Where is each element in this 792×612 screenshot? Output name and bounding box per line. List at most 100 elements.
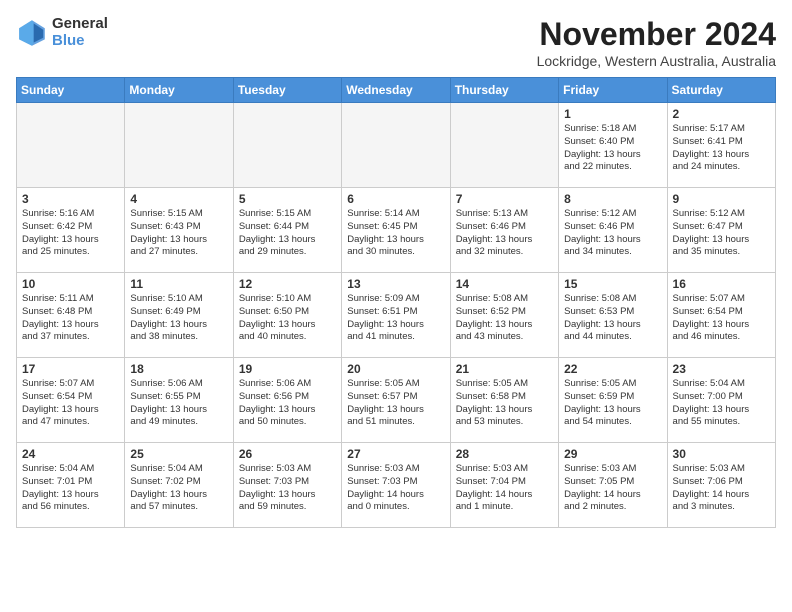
day-number: 30 bbox=[673, 447, 770, 461]
day-number: 18 bbox=[130, 362, 227, 376]
day-info: Sunrise: 5:15 AMSunset: 6:44 PMDaylight:… bbox=[239, 208, 336, 259]
calendar-cell: 18 Sunrise: 5:06 AMSunset: 6:55 PMDayligh… bbox=[125, 358, 233, 443]
day-number: 1 bbox=[564, 107, 661, 121]
calendar-cell: 19 Sunrise: 5:06 AMSunset: 6:56 PMDayligh… bbox=[233, 358, 341, 443]
calendar-cell: 8 Sunrise: 5:12 AMSunset: 6:46 PMDaylight… bbox=[559, 188, 667, 273]
calendar-cell: 10 Sunrise: 5:11 AMSunset: 6:48 PMDayligh… bbox=[17, 273, 125, 358]
day-number: 3 bbox=[22, 192, 119, 206]
day-info: Sunrise: 5:05 AMSunset: 6:57 PMDaylight:… bbox=[347, 378, 444, 429]
calendar-cell: 1Sunrise: 5:18 AMSunset: 6:40 PMDaylight… bbox=[559, 103, 667, 188]
week-row-2: 3 Sunrise: 5:16 AMSunset: 6:42 PMDaylight… bbox=[17, 188, 776, 273]
calendar-cell bbox=[125, 103, 233, 188]
day-number: 4 bbox=[130, 192, 227, 206]
day-info: Sunrise: 5:06 AMSunset: 6:56 PMDaylight:… bbox=[239, 378, 336, 429]
day-info: Sunrise: 5:15 AMSunset: 6:43 PMDaylight:… bbox=[130, 208, 227, 259]
calendar-cell: 28 Sunrise: 5:03 AMSunset: 7:04 PMDayligh… bbox=[450, 443, 558, 528]
day-info: Sunrise: 5:17 AMSunset: 6:41 PMDaylight:… bbox=[673, 123, 770, 174]
day-number: 12 bbox=[239, 277, 336, 291]
weekday-header-row: SundayMondayTuesdayWednesdayThursdayFrid… bbox=[17, 78, 776, 103]
day-info: Sunrise: 5:09 AMSunset: 6:51 PMDaylight:… bbox=[347, 293, 444, 344]
weekday-saturday: Saturday bbox=[667, 78, 775, 103]
calendar-cell: 24Sunrise: 5:04 AMSunset: 7:01 PMDayligh… bbox=[17, 443, 125, 528]
calendar: SundayMondayTuesdayWednesdayThursdayFrid… bbox=[16, 77, 776, 528]
day-info: Sunrise: 5:04 AMSunset: 7:01 PMDaylight:… bbox=[22, 463, 119, 514]
day-number: 25 bbox=[130, 447, 227, 461]
day-number: 7 bbox=[456, 192, 553, 206]
calendar-cell: 29Sunrise: 5:03 AMSunset: 7:05 PMDayligh… bbox=[559, 443, 667, 528]
calendar-cell: 25 Sunrise: 5:04 AMSunset: 7:02 PMDayligh… bbox=[125, 443, 233, 528]
week-row-5: 24Sunrise: 5:04 AMSunset: 7:01 PMDayligh… bbox=[17, 443, 776, 528]
day-info: Sunrise: 5:12 AMSunset: 6:46 PMDaylight:… bbox=[564, 208, 661, 259]
day-number: 17 bbox=[22, 362, 119, 376]
calendar-cell: 12 Sunrise: 5:10 AMSunset: 6:50 PMDayligh… bbox=[233, 273, 341, 358]
weekday-thursday: Thursday bbox=[450, 78, 558, 103]
day-info: Sunrise: 5:12 AMSunset: 6:47 PMDaylight:… bbox=[673, 208, 770, 259]
logo-icon bbox=[16, 17, 48, 49]
calendar-cell: 17 Sunrise: 5:07 AMSunset: 6:54 PMDayligh… bbox=[17, 358, 125, 443]
calendar-cell: 3 Sunrise: 5:16 AMSunset: 6:42 PMDaylight… bbox=[17, 188, 125, 273]
day-info: Sunrise: 5:10 AMSunset: 6:49 PMDaylight:… bbox=[130, 293, 227, 344]
day-number: 19 bbox=[239, 362, 336, 376]
day-info: Sunrise: 5:13 AMSunset: 6:46 PMDaylight:… bbox=[456, 208, 553, 259]
day-number: 2 bbox=[673, 107, 770, 121]
day-info: Sunrise: 5:11 AMSunset: 6:48 PMDaylight:… bbox=[22, 293, 119, 344]
day-number: 5 bbox=[239, 192, 336, 206]
calendar-cell bbox=[233, 103, 341, 188]
weekday-tuesday: Tuesday bbox=[233, 78, 341, 103]
day-info: Sunrise: 5:07 AMSunset: 6:54 PMDaylight:… bbox=[22, 378, 119, 429]
calendar-cell: 16Sunrise: 5:07 AMSunset: 6:54 PMDayligh… bbox=[667, 273, 775, 358]
day-number: 26 bbox=[239, 447, 336, 461]
calendar-cell: 21 Sunrise: 5:05 AMSunset: 6:58 PMDayligh… bbox=[450, 358, 558, 443]
calendar-cell: 26 Sunrise: 5:03 AMSunset: 7:03 PMDayligh… bbox=[233, 443, 341, 528]
day-info: Sunrise: 5:03 AMSunset: 7:04 PMDaylight:… bbox=[456, 463, 553, 514]
day-info: Sunrise: 5:05 AMSunset: 6:58 PMDaylight:… bbox=[456, 378, 553, 429]
day-info: Sunrise: 5:14 AMSunset: 6:45 PMDaylight:… bbox=[347, 208, 444, 259]
calendar-cell: 27Sunrise: 5:03 AMSunset: 7:03 PMDayligh… bbox=[342, 443, 450, 528]
day-number: 28 bbox=[456, 447, 553, 461]
week-row-4: 17 Sunrise: 5:07 AMSunset: 6:54 PMDayligh… bbox=[17, 358, 776, 443]
calendar-cell: 14Sunrise: 5:08 AMSunset: 6:52 PMDayligh… bbox=[450, 273, 558, 358]
day-number: 6 bbox=[347, 192, 444, 206]
calendar-cell: 22Sunrise: 5:05 AMSunset: 6:59 PMDayligh… bbox=[559, 358, 667, 443]
month-title: November 2024 bbox=[537, 16, 776, 53]
calendar-cell: 13 Sunrise: 5:09 AMSunset: 6:51 PMDayligh… bbox=[342, 273, 450, 358]
day-info: Sunrise: 5:06 AMSunset: 6:55 PMDaylight:… bbox=[130, 378, 227, 429]
day-number: 10 bbox=[22, 277, 119, 291]
logo: General Blue bbox=[16, 16, 108, 49]
calendar-cell: 9 Sunrise: 5:12 AMSunset: 6:47 PMDaylight… bbox=[667, 188, 775, 273]
weekday-sunday: Sunday bbox=[17, 78, 125, 103]
week-row-3: 10 Sunrise: 5:11 AMSunset: 6:48 PMDayligh… bbox=[17, 273, 776, 358]
day-info: Sunrise: 5:08 AMSunset: 6:53 PMDaylight:… bbox=[564, 293, 661, 344]
calendar-cell: 15Sunrise: 5:08 AMSunset: 6:53 PMDayligh… bbox=[559, 273, 667, 358]
day-number: 13 bbox=[347, 277, 444, 291]
day-number: 11 bbox=[130, 277, 227, 291]
calendar-cell: 20 Sunrise: 5:05 AMSunset: 6:57 PMDayligh… bbox=[342, 358, 450, 443]
week-row-1: 1Sunrise: 5:18 AMSunset: 6:40 PMDaylight… bbox=[17, 103, 776, 188]
calendar-cell: 6 Sunrise: 5:14 AMSunset: 6:45 PMDaylight… bbox=[342, 188, 450, 273]
day-info: Sunrise: 5:16 AMSunset: 6:42 PMDaylight:… bbox=[22, 208, 119, 259]
weekday-wednesday: Wednesday bbox=[342, 78, 450, 103]
day-number: 14 bbox=[456, 277, 553, 291]
calendar-cell: 7 Sunrise: 5:13 AMSunset: 6:46 PMDaylight… bbox=[450, 188, 558, 273]
day-number: 29 bbox=[564, 447, 661, 461]
day-number: 27 bbox=[347, 447, 444, 461]
day-info: Sunrise: 5:04 AMSunset: 7:00 PMDaylight:… bbox=[673, 378, 770, 429]
day-number: 8 bbox=[564, 192, 661, 206]
logo-general: General bbox=[52, 16, 108, 33]
day-number: 22 bbox=[564, 362, 661, 376]
day-number: 23 bbox=[673, 362, 770, 376]
day-number: 20 bbox=[347, 362, 444, 376]
weekday-friday: Friday bbox=[559, 78, 667, 103]
calendar-cell: 11 Sunrise: 5:10 AMSunset: 6:49 PMDayligh… bbox=[125, 273, 233, 358]
calendar-cell: 23 Sunrise: 5:04 AMSunset: 7:00 PMDayligh… bbox=[667, 358, 775, 443]
calendar-cell: 5 Sunrise: 5:15 AMSunset: 6:44 PMDaylight… bbox=[233, 188, 341, 273]
day-number: 21 bbox=[456, 362, 553, 376]
calendar-cell: 30 Sunrise: 5:03 AMSunset: 7:06 PMDayligh… bbox=[667, 443, 775, 528]
day-info: Sunrise: 5:10 AMSunset: 6:50 PMDaylight:… bbox=[239, 293, 336, 344]
day-info: Sunrise: 5:03 AMSunset: 7:06 PMDaylight:… bbox=[673, 463, 770, 514]
day-number: 9 bbox=[673, 192, 770, 206]
logo-text: General Blue bbox=[52, 16, 108, 49]
day-info: Sunrise: 5:04 AMSunset: 7:02 PMDaylight:… bbox=[130, 463, 227, 514]
calendar-cell: 4 Sunrise: 5:15 AMSunset: 6:43 PMDaylight… bbox=[125, 188, 233, 273]
day-info: Sunrise: 5:03 AMSunset: 7:03 PMDaylight:… bbox=[239, 463, 336, 514]
